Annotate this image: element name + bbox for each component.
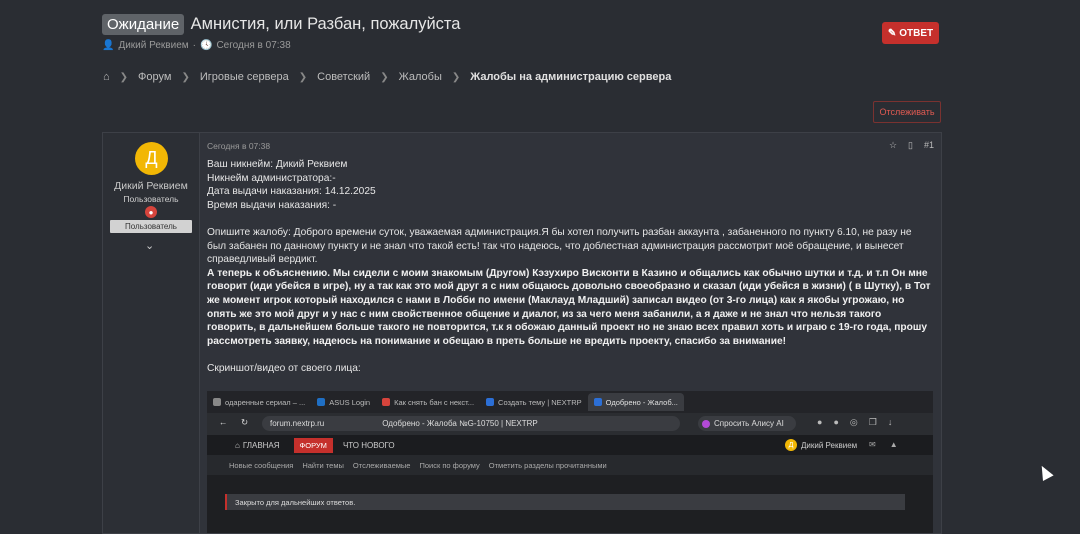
post: Д Дикий Реквием Пользователь ● Пользоват… [102,132,942,534]
post-line-time: Время выдачи наказания: - [207,199,337,211]
thread-date[interactable]: Сегодня в 07:38 [216,40,290,51]
avatar[interactable]: Д [135,142,168,175]
chevron-right-icon: ❯ [380,71,389,83]
user-role-banner: Пользователь [110,220,192,233]
site-nav-home-label: ГЛАВНАЯ [242,440,280,450]
browser-address-bar: ← ↻ forum.nextrp.ru Одобрено - Жалоба №G… [207,413,933,435]
post-line-date: Дата выдачи наказания: 14.12.2025 [207,186,376,198]
reply-button[interactable]: ✎ ОТВЕТ [882,22,939,44]
nextrp-icon [593,398,602,406]
post-explanation: А теперь к объяснению. Мы сидели с моим … [207,267,933,349]
post-actions: ☆ ▯ #1 [889,140,934,151]
avatar: Д [785,439,797,451]
breadcrumb-complaints[interactable]: Жалобы [399,71,442,83]
chevron-right-icon: ❯ [181,71,190,83]
post-number[interactable]: #1 [924,140,934,151]
closed-notice: Закрыто для дальнейших ответов. [225,494,905,510]
site-user: Д Дикий Реквием [785,439,857,451]
chevron-right-icon: ❯ [119,71,129,83]
subnav-item: Поиск по форуму [419,460,480,470]
alice-icon [702,419,710,428]
asus-icon [317,398,326,406]
clock-icon: 🕓 [199,40,213,51]
browser-toolbar-icons: ● ● ◎ ❐ ↓ [817,417,892,428]
post-username[interactable]: Дикий Реквием [103,180,199,192]
tab-label: Создать тему | NEXTRP [498,397,582,407]
tab-1: одаренные сериал – ... [207,393,311,411]
breadcrumb-game-servers[interactable]: Игровые сервера [200,71,289,83]
post-evidence-label: Скриншот/видео от своего лица: [207,362,361,374]
subnav-item: Найти темы [302,460,344,470]
embedded-screenshot[interactable]: одаренные сериал – ... ASUS Login Как сн… [207,391,933,533]
post-time[interactable]: Сегодня в 07:38 [207,141,270,151]
breadcrumb-current[interactable]: Жалобы на администрацию сервера [470,71,671,83]
mail-icon: ✉ [869,440,876,449]
bookmark-icon[interactable]: ▯ [908,140,913,151]
globe-icon: ◎ [849,417,858,427]
post-explanation-text: А теперь к объяснению. Мы сидели с моим … [207,267,931,347]
breadcrumb-forum[interactable]: Форум [138,71,171,83]
home-icon: ⌂ [235,440,240,450]
site-nav-whats-new: ЧТО НОВОГО [342,440,395,450]
page-title-text: Одобрено - Жалоба №G-10750 | NEXTRP [382,419,538,428]
user-role: Пользователь [123,194,179,204]
chevron-down-icon[interactable]: ⌄ [145,239,154,252]
tab-2: ASUS Login [311,393,376,411]
site-user-name: Дикий Реквием [801,440,858,450]
post-complaint: Опишите жалобу: Доброго времени суток, у… [207,226,912,266]
meta-separator: · [192,40,196,51]
mouse-cursor-icon [1036,463,1054,481]
thread-meta: 👤 Дикий Реквием · 🕓 Сегодня в 07:38 [102,40,291,51]
page-title: Амнистия, или Разбан, пожалуйста [190,15,461,33]
post-line-nickname: Ваш никнейм: Дикий Реквием [207,159,348,170]
breadcrumb: ⌂ ❯ Форум ❯ Игровые сервера ❯ Советский ❯ Жа… [103,71,671,83]
thread-header: Ожидание Амнистия, или Разбан, пожалуйст… [102,14,942,54]
back-icon: ← [219,417,228,427]
home-icon[interactable]: ⌂ [103,71,110,83]
watch-button[interactable]: Отслеживать [873,101,941,123]
tab-label: ASUS Login [329,397,371,407]
site-icons: ✉ ▲ [869,440,898,449]
post-user-cell: Д Дикий Реквием Пользователь ● Пользоват… [103,133,200,533]
user-badge-icon: ● [145,206,157,218]
subnav-item: Отслеживаемые [352,460,411,470]
extension-icon: ● [833,417,839,427]
status-badge: Ожидание [102,14,185,35]
download-icon: ↓ [887,417,893,427]
tab-label: Одобрено - Жалоб... [605,397,678,407]
nextrp-icon [486,398,495,406]
alice-label: Спросить Алису AI [714,419,784,428]
tab-label: одаренные сериал – ... [225,397,306,407]
site-nav-home: ⌂ ГЛАВНАЯ [235,441,280,450]
url-text: forum.nextrp.ru [270,419,325,428]
subnav-item: Новые сообщения [229,460,294,470]
site-nav-forum: ФОРУМ [293,437,333,453]
yandex-icon [382,398,391,406]
subnav-item: Отметить разделы прочитанными [488,460,607,470]
chevron-right-icon: ❯ [451,71,461,83]
site-subnav: Новые сообщения Найти темы Отслеживаемые… [207,455,933,475]
copy-icon: ❐ [868,417,877,427]
tab-5: Одобрено - Жалоб... [587,393,684,411]
bell-icon: ▲ [889,440,898,449]
post-body: Ваш никнейм: Дикий Реквием Никнейм админ… [207,158,933,376]
reload-icon: ↻ [241,417,249,427]
page-icon [213,398,221,406]
url-field: forum.nextrp.ru Одобрено - Жалоба №G-107… [262,416,680,431]
tab-label: Как снять бан с некст... [394,397,475,407]
post-line-admin: Никнейм администратора:- [207,172,336,184]
site-nav: ⌂ ГЛАВНАЯ ФОРУМ ЧТО НОВОГО Д Дикий Реквием… [207,435,933,455]
thread-author[interactable]: Дикий Реквием [118,40,188,51]
extension-icon: ● [817,417,823,427]
browser-tab-bar: одаренные сериал – ... ASUS Login Как сн… [207,391,933,413]
reply-label: ОТВЕТ [899,27,934,39]
share-icon[interactable]: ☆ [889,140,897,151]
tab-4: Создать тему | NEXTRP [480,393,588,411]
chevron-right-icon: ❯ [298,71,308,83]
breadcrumb-sovetsky[interactable]: Советский [317,71,370,83]
user-icon: 👤 [102,40,115,51]
pencil-icon: ✎ [887,27,897,39]
tab-3: Как снять бан с некст... [376,393,480,411]
alice-button: Спросить Алису AI [698,416,796,431]
